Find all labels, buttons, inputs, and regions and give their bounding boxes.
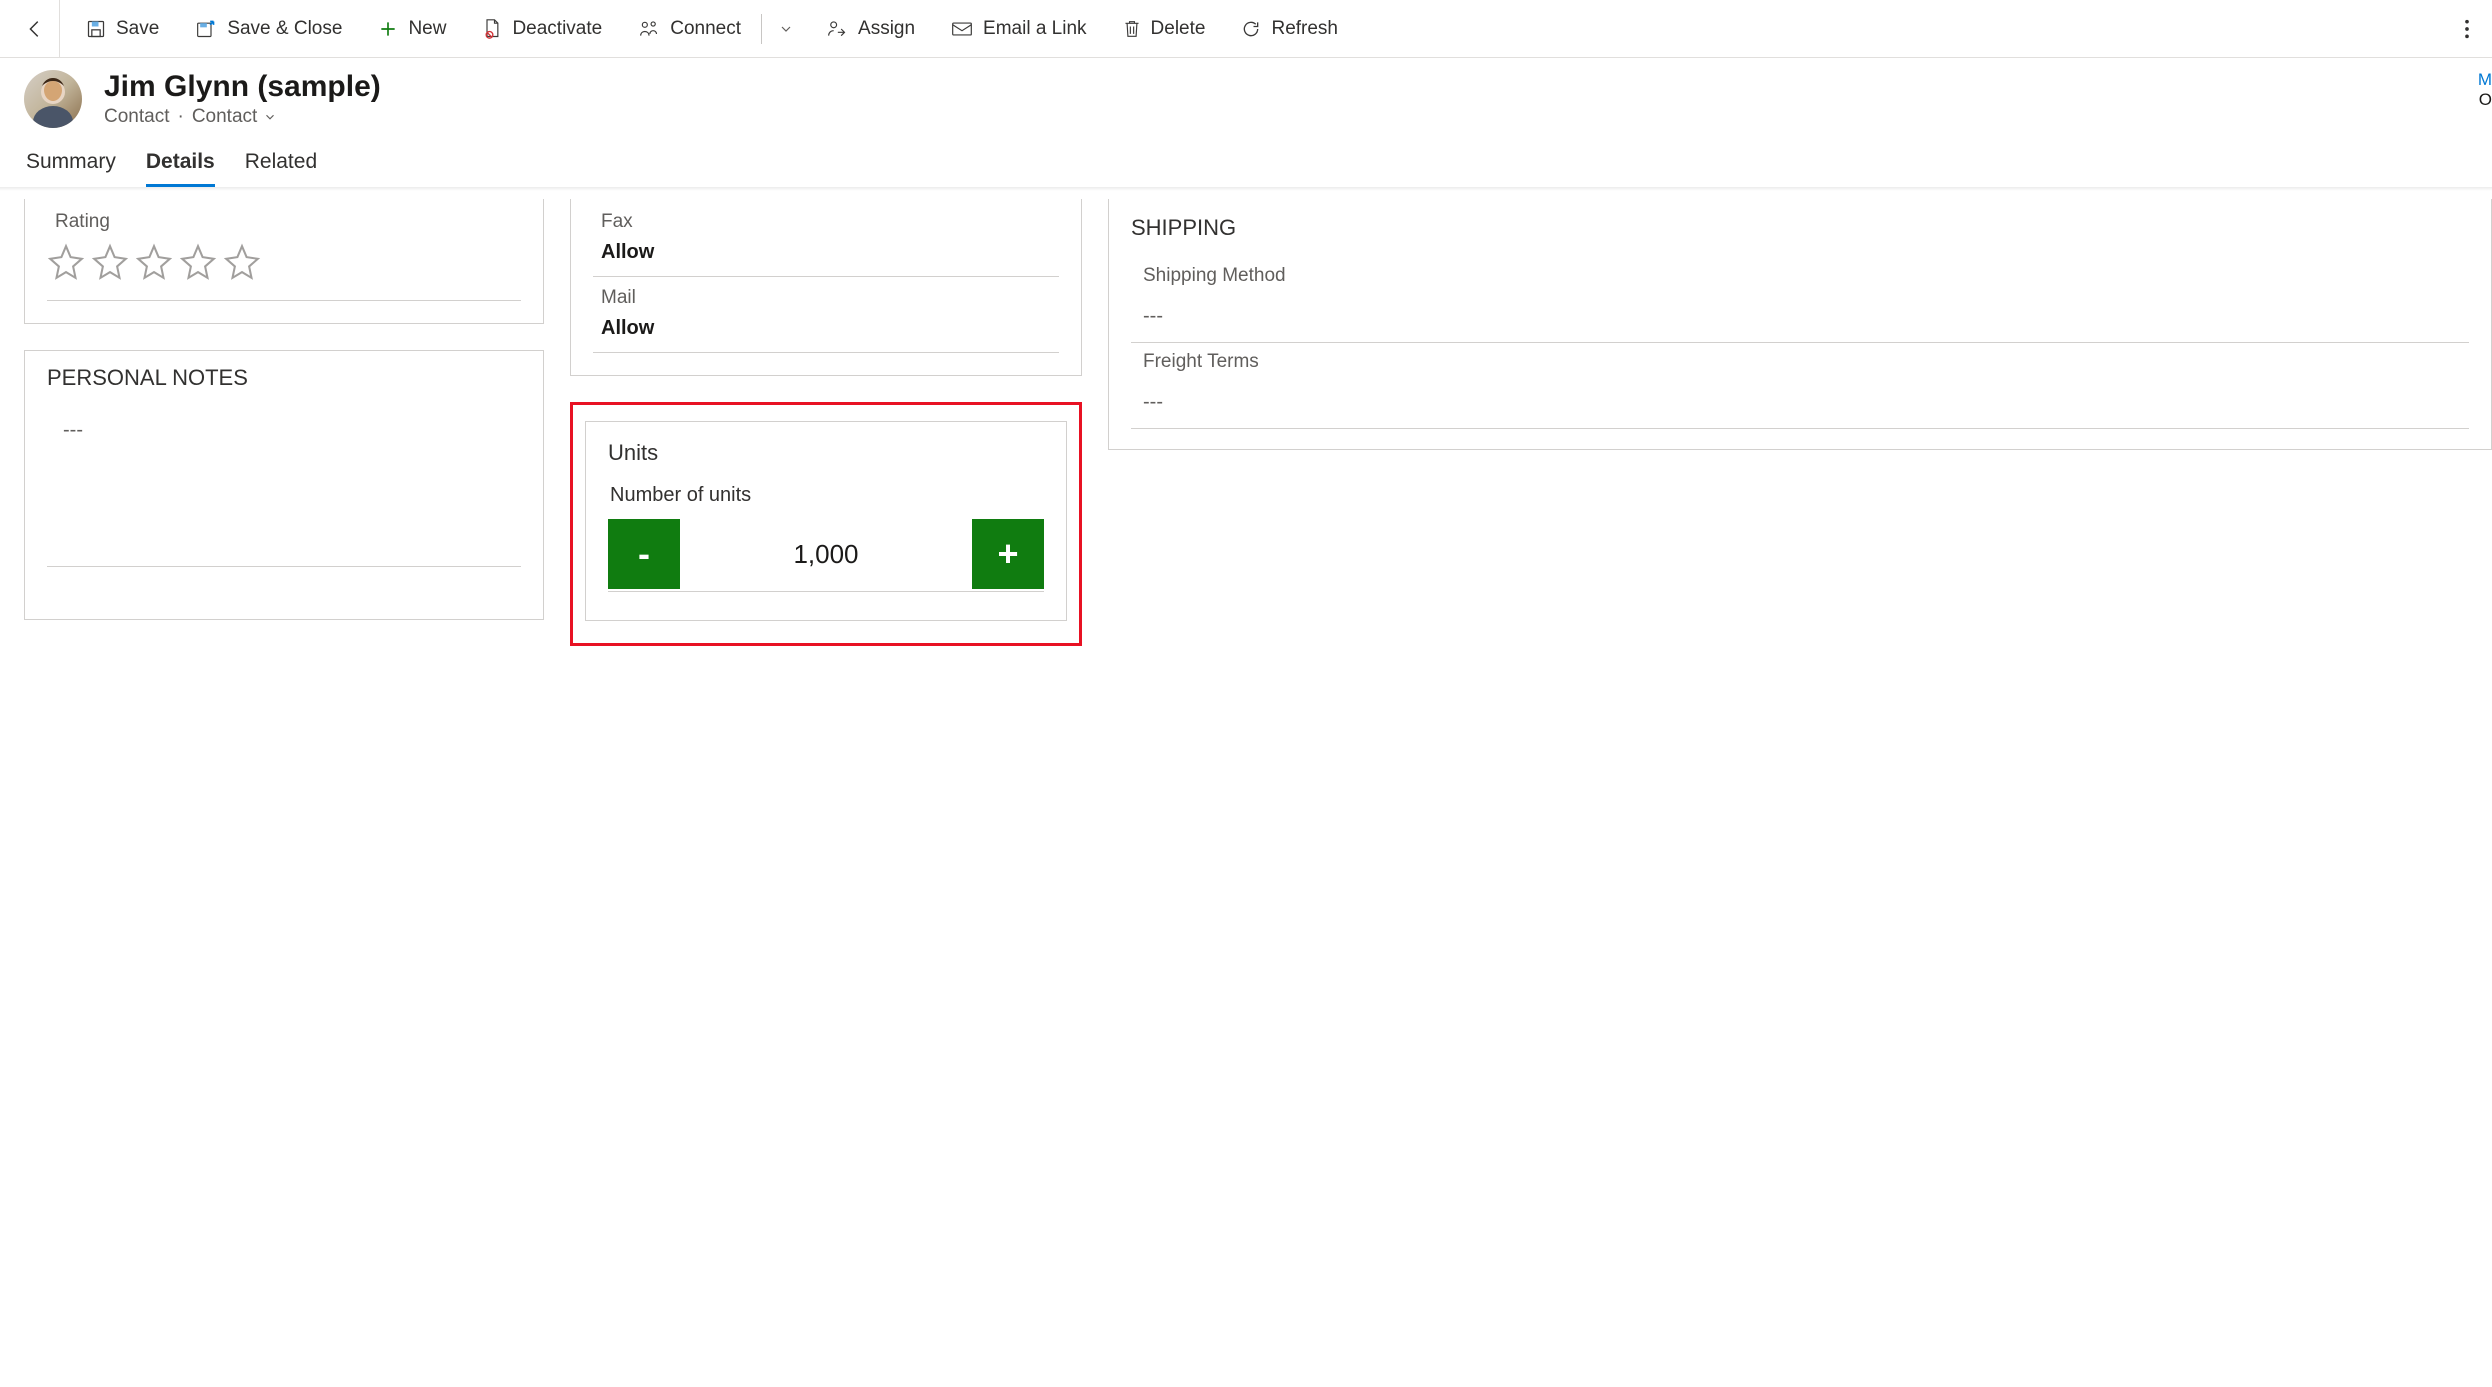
save-close-label: Save & Close	[227, 18, 342, 40]
freight-terms-value: ---	[1143, 391, 2457, 428]
entity-name: Contact	[104, 106, 169, 128]
delete-button[interactable]: Delete	[1105, 0, 1224, 57]
email-icon	[951, 20, 973, 38]
more-commands-button[interactable]	[2452, 0, 2482, 57]
form-body: Rating PERSONAL NOTES --- Fax Allow	[0, 191, 2492, 646]
command-divider	[761, 14, 762, 44]
rating-stars[interactable]	[47, 241, 521, 301]
freight-terms-field[interactable]: Freight Terms ---	[1131, 343, 2469, 429]
connect-dropdown[interactable]	[764, 0, 808, 57]
deactivate-button[interactable]: Deactivate	[464, 0, 620, 57]
units-decrement-button[interactable]: -	[608, 519, 680, 589]
fax-label: Fax	[593, 211, 1059, 233]
personal-notes-title: PERSONAL NOTES	[47, 365, 521, 391]
more-vertical-icon	[2464, 18, 2470, 40]
tab-details[interactable]: Details	[146, 150, 215, 187]
refresh-label: Refresh	[1271, 18, 1338, 40]
shipping-title: SHIPPING	[1131, 215, 2469, 241]
new-label: New	[408, 18, 446, 40]
refresh-icon	[1241, 19, 1261, 39]
rating-card: Rating	[24, 199, 544, 324]
connect-icon	[638, 19, 660, 39]
deactivate-icon	[482, 18, 502, 40]
shipping-method-field[interactable]: Shipping Method ---	[1131, 257, 2469, 343]
email-link-button[interactable]: Email a Link	[933, 0, 1105, 57]
star-icon[interactable]	[47, 243, 85, 286]
star-icon[interactable]	[179, 243, 217, 286]
save-label: Save	[116, 18, 159, 40]
save-button[interactable]: Save	[68, 0, 177, 57]
units-value[interactable]: 1,000	[680, 539, 972, 570]
chevron-down-icon	[263, 110, 277, 124]
refresh-button[interactable]: Refresh	[1223, 0, 1356, 57]
command-bar: Save Save & Close New Deactivate Connect…	[0, 0, 2492, 58]
units-highlight: Units Number of units - 1,000 +	[570, 402, 1082, 646]
save-icon	[86, 19, 106, 39]
star-icon[interactable]	[135, 243, 173, 286]
connect-label: Connect	[670, 18, 741, 40]
star-icon[interactable]	[223, 243, 261, 286]
chevron-down-icon	[778, 21, 794, 37]
tab-related[interactable]: Related	[245, 150, 317, 187]
personal-notes-card: PERSONAL NOTES ---	[24, 350, 544, 620]
plus-icon	[378, 19, 398, 39]
mail-field[interactable]: Mail Allow	[593, 277, 1059, 353]
personal-notes-value[interactable]: ---	[47, 405, 521, 456]
back-button[interactable]	[10, 0, 60, 57]
fax-field[interactable]: Fax Allow	[593, 201, 1059, 277]
save-close-icon	[195, 19, 217, 39]
record-header: Jim Glynn (sample) Contact · Contact M O	[0, 58, 2492, 128]
email-link-label: Email a Link	[983, 18, 1087, 40]
mail-label: Mail	[593, 287, 1059, 309]
units-stepper: - 1,000 +	[608, 519, 1044, 592]
star-icon[interactable]	[91, 243, 129, 286]
shipping-card: SHIPPING Shipping Method --- Freight Ter…	[1108, 199, 2492, 450]
units-card: Units Number of units - 1,000 +	[585, 421, 1067, 621]
avatar	[24, 70, 82, 128]
deactivate-label: Deactivate	[512, 18, 602, 40]
units-label: Number of units	[608, 484, 1044, 507]
arrow-left-icon	[24, 18, 46, 40]
connect-button[interactable]: Connect	[620, 0, 759, 57]
new-button[interactable]: New	[360, 0, 464, 57]
form-tabs: Summary Details Related	[0, 128, 2492, 187]
trash-icon	[1123, 19, 1141, 39]
contact-prefs-card: Fax Allow Mail Allow	[570, 199, 1082, 376]
form-selector[interactable]: Contact	[192, 106, 277, 128]
freight-terms-label: Freight Terms	[1143, 351, 2457, 373]
separator-dot: ·	[177, 106, 183, 128]
delete-label: Delete	[1151, 18, 1206, 40]
header-right-clip: M O	[2478, 70, 2492, 111]
form-name: Contact	[192, 106, 257, 128]
fax-value: Allow	[593, 241, 1059, 276]
tab-summary[interactable]: Summary	[26, 150, 116, 187]
assign-label: Assign	[858, 18, 915, 40]
shipping-method-label: Shipping Method	[1143, 265, 2457, 287]
units-increment-button[interactable]: +	[972, 519, 1044, 589]
mail-value: Allow	[593, 317, 1059, 352]
assign-button[interactable]: Assign	[808, 0, 933, 57]
units-section-title: Units	[608, 440, 1044, 466]
record-title: Jim Glynn (sample)	[104, 70, 381, 104]
rating-label: Rating	[47, 211, 521, 233]
assign-icon	[826, 19, 848, 39]
save-close-button[interactable]: Save & Close	[177, 0, 360, 57]
shipping-method-value: ---	[1143, 305, 2457, 342]
